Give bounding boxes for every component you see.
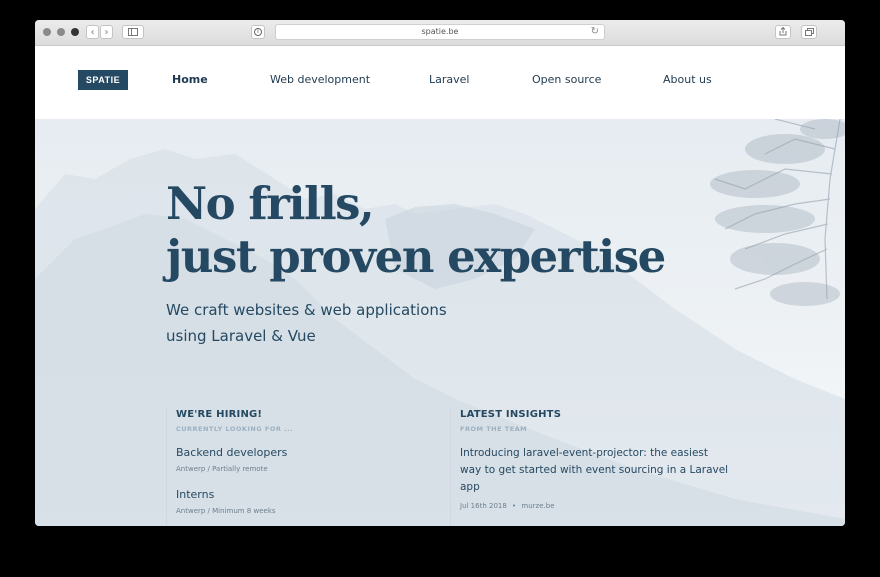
job-title[interactable]: Interns — [176, 488, 436, 502]
hero-subtitle: We craft websites & web applications usi… — [166, 297, 447, 349]
reload-icon[interactable]: ↻ — [591, 25, 599, 39]
post-source[interactable]: murze.be — [521, 502, 554, 510]
insights-kicker: FROM THE TEAM — [460, 425, 528, 433]
post-meta: Jul 16th 2018 • murze.be — [460, 502, 750, 511]
site-header: SPATIE Home Web development Laravel Open… — [35, 46, 845, 119]
hero-section: No frills, just proven expertise We craf… — [35, 119, 845, 526]
zoom-window-button[interactable] — [71, 28, 79, 36]
job-title[interactable]: Backend developers — [176, 446, 436, 460]
insights-title: LATEST INSIGHTS — [460, 409, 562, 420]
nav-open-source[interactable]: Open source — [532, 73, 601, 86]
sidebar-icon — [128, 28, 138, 36]
hero-headline: No frills, just proven expertise — [166, 177, 666, 283]
job-item[interactable]: Backend developers Antwerp / Partially r… — [176, 446, 436, 474]
tabs-icon — [804, 28, 814, 36]
info-icon: i — [254, 28, 262, 36]
post-separator: • — [512, 502, 517, 510]
back-button[interactable]: ‹ — [86, 25, 99, 39]
job-item[interactable]: Interns Antwerp / Minimum 8 weeks — [176, 488, 436, 516]
nav-web-development[interactable]: Web development — [270, 73, 370, 86]
sidebar-toggle-button[interactable] — [122, 25, 144, 39]
insights-column: LATEST INSIGHTS FROM THE TEAM Introducin… — [450, 408, 750, 526]
nav-laravel[interactable]: Laravel — [429, 73, 469, 86]
job-meta: Antwerp / Minimum 8 weeks — [176, 507, 276, 515]
hero-headline-line2: just proven expertise — [166, 230, 666, 283]
share-icon — [779, 26, 787, 36]
address-bar[interactable]: spatie.be ↻ — [275, 24, 605, 40]
hiring-title: WE'RE HIRING! — [176, 409, 263, 420]
hero-subtitle-line2: using Laravel & Vue — [166, 327, 316, 345]
chevron-left-icon: ‹ — [90, 27, 95, 38]
post-title-link[interactable]: Introducing laravel-event-projector: the… — [460, 445, 730, 496]
url-text: spatie.be — [421, 27, 459, 36]
chevron-right-icon: › — [104, 27, 109, 38]
share-button[interactable] — [775, 25, 791, 39]
hero-subtitle-line1: We craft websites & web applications — [166, 301, 447, 319]
hero-headline-line1: No frills, — [166, 177, 375, 230]
nav-home[interactable]: Home — [172, 73, 208, 86]
job-meta: Antwerp / Partially remote — [176, 465, 268, 473]
nav-about-us[interactable]: About us — [663, 73, 712, 86]
forward-button[interactable]: › — [100, 25, 113, 39]
site-info-button[interactable]: i — [251, 25, 265, 39]
spatie-logo[interactable]: SPATIE — [78, 70, 128, 90]
hiring-kicker: CURRENTLY LOOKING FOR ... — [176, 425, 294, 433]
browser-window: ‹ › i spatie.be ↻ SPATIE Home Web develo… — [35, 20, 845, 526]
close-window-button[interactable] — [43, 28, 51, 36]
hiring-column: WE'RE HIRING! CURRENTLY LOOKING FOR ... … — [166, 408, 436, 526]
minimize-window-button[interactable] — [57, 28, 65, 36]
browser-toolbar: ‹ › i spatie.be ↻ — [35, 20, 845, 46]
tabs-button[interactable] — [801, 25, 817, 39]
post-date: Jul 16th 2018 — [460, 502, 507, 510]
